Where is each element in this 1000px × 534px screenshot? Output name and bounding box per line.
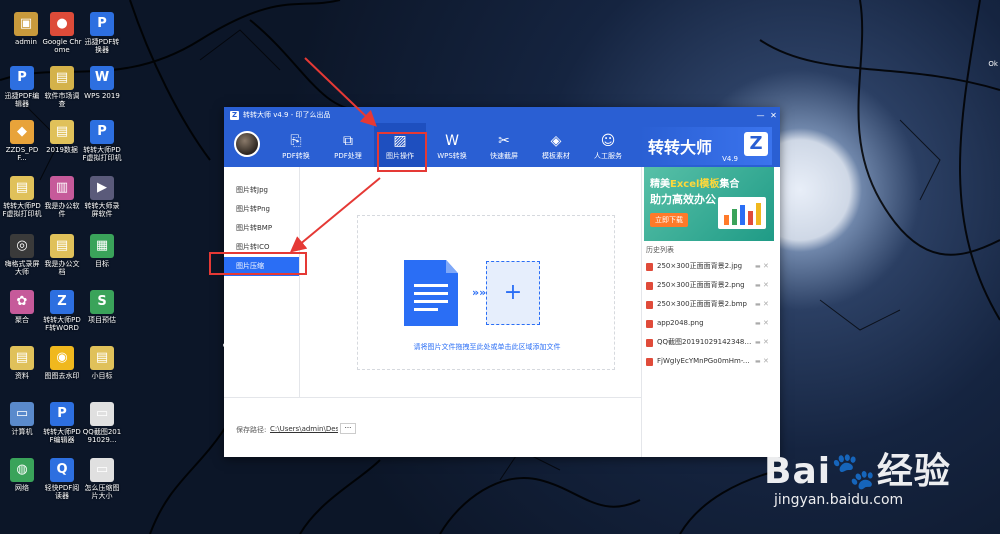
mouse-cursor-icon: ↖ [222, 342, 230, 352]
watermark-url: jingyan.baidu.com [774, 492, 904, 508]
corner-label: Ok [988, 60, 998, 68]
watermark-title: Bai🐾经验 [764, 451, 951, 492]
baidu-watermark: Bai🐾经验 jingyan.baidu.com [764, 426, 964, 516]
